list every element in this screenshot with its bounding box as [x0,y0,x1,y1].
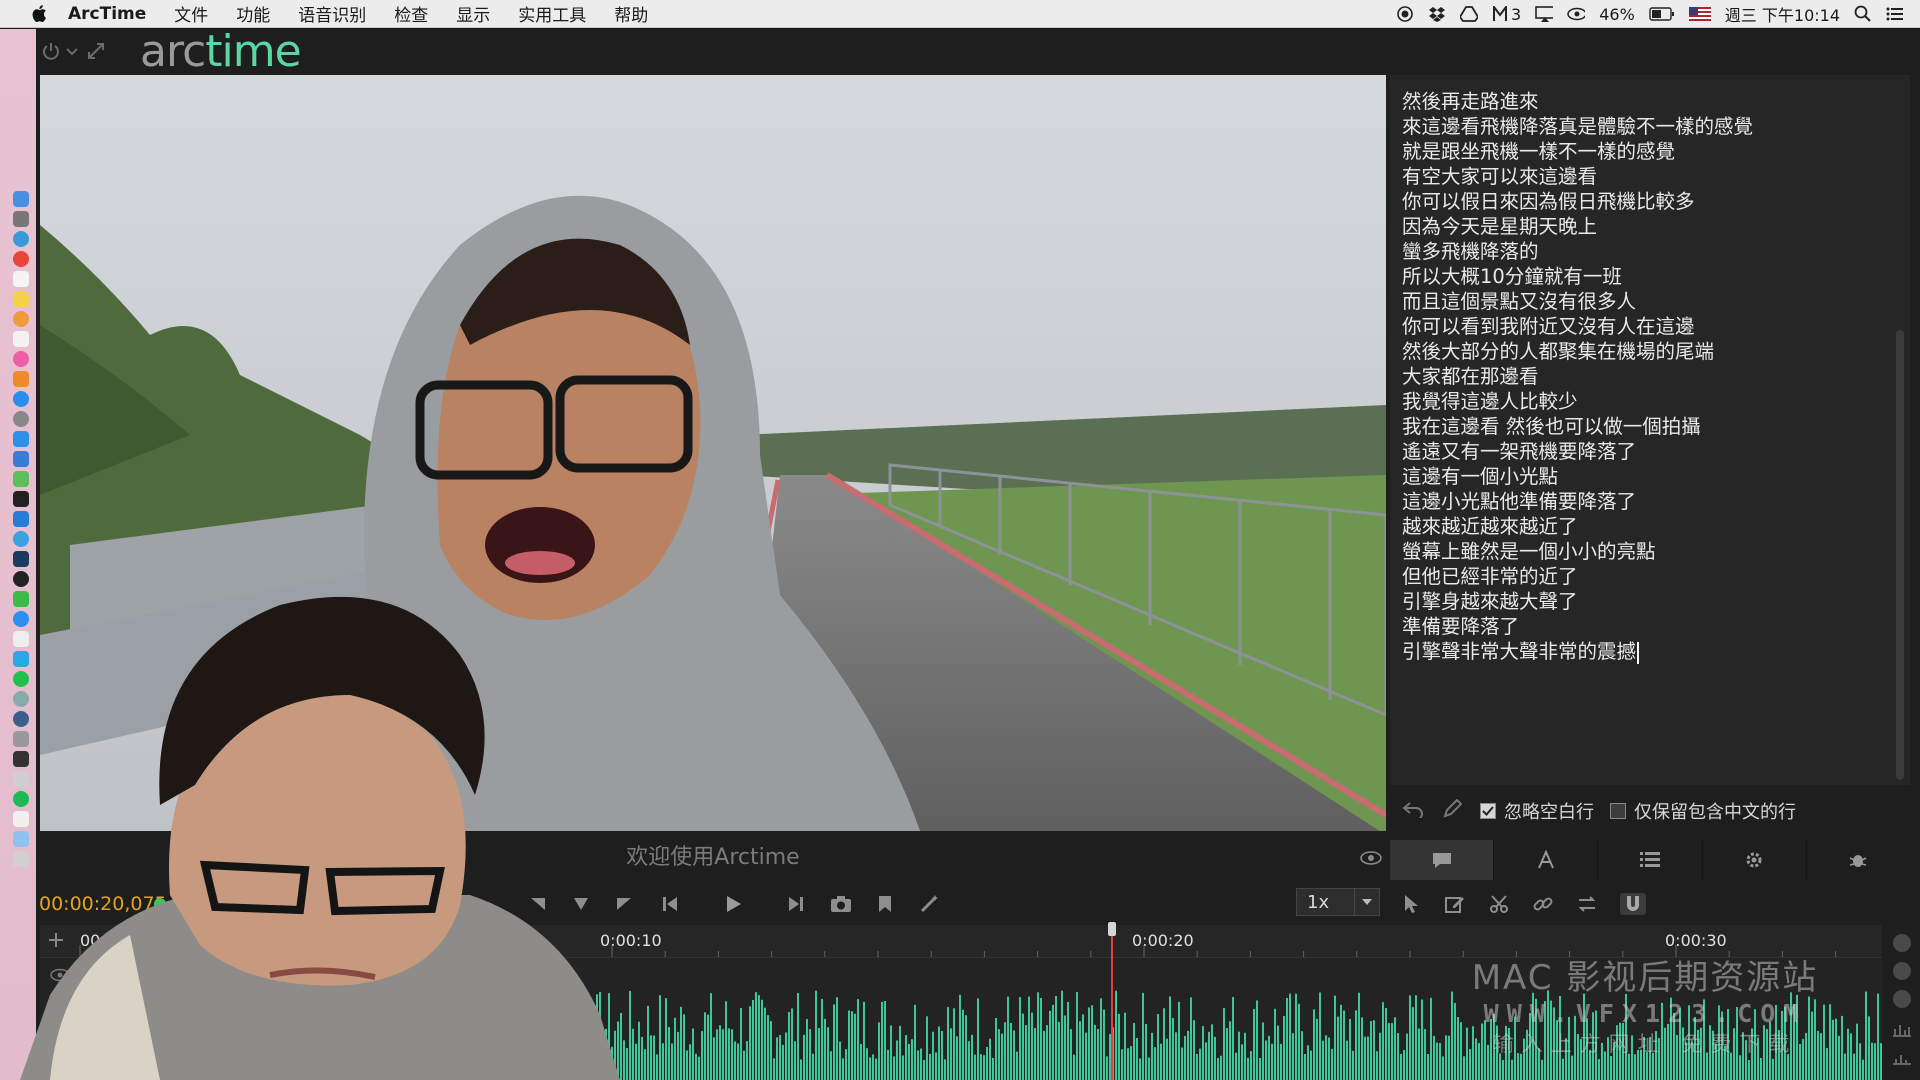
zoom-in-icon[interactable] [1892,933,1912,957]
edit-icon[interactable] [1442,798,1463,824]
magic-wand-icon[interactable] [918,893,940,915]
finalcut-icon[interactable] [13,451,29,467]
keep-chinese-label: 仅保留包含中文的行 [1634,802,1796,823]
safari-icon[interactable] [13,231,29,247]
link-icon[interactable] [1532,893,1554,915]
ignore-blank-checkbox[interactable] [1480,803,1496,819]
drive-icon[interactable] [1460,5,1479,23]
tab-settings[interactable] [1703,840,1807,880]
menu-help[interactable]: 帮助 [614,1,648,26]
subtitle-line-current[interactable]: 引擎聲非常大聲非常的震撼 [1402,635,1640,664]
photos-icon[interactable] [13,311,29,327]
dropbox-icon[interactable] [1428,5,1446,23]
notes-icon[interactable] [13,291,29,307]
chrome-icon[interactable] [13,251,29,267]
play-icon[interactable] [722,893,744,915]
globe-icon[interactable] [13,531,29,547]
watermark-line: MAC 影视后期资源站 [1471,958,1819,998]
watermark: MAC 影视后期资源站 WWW.VFX123.COM 输入上方网址 免费下载 [1460,950,1830,1058]
text-caret [1637,641,1640,664]
tab-debug[interactable] [1807,840,1910,880]
record-icon[interactable] [1396,5,1414,23]
ignore-blank-label: 忽略空白行 [1504,802,1594,823]
snapshot-icon[interactable] [830,893,852,915]
subtitle-scrollbar[interactable] [1896,330,1904,780]
battery-percent: 46% [1599,4,1635,24]
xcode-icon[interactable] [13,431,29,447]
app-toolbar: arctime [36,29,1920,75]
watermark-line: 输入上方网址 免费下载 [1492,1032,1798,1056]
photoshop-icon[interactable] [13,551,29,567]
input-flag-icon[interactable] [1688,5,1711,23]
playhead-handle[interactable] [1108,922,1116,936]
notification-center-icon[interactable] [1886,5,1904,23]
airplay-icon[interactable] [1535,5,1554,23]
clock[interactable]: 週三 下午10:14 [1725,2,1840,26]
zoom-fit-icon[interactable] [1892,989,1912,1013]
select-tool-icon[interactable] [1400,893,1422,915]
subtitle-text-editor[interactable]: 然後再走路進來 來這邊看飛機降落真是體驗不一樣的感覺 就是跟坐飛機一樣不一樣的感… [1390,75,1910,785]
menu-utilities[interactable]: 实用工具 [518,1,586,26]
menu-check[interactable]: 检查 [394,1,428,26]
eye-icon[interactable] [1360,850,1382,869]
pages-icon[interactable] [13,331,29,347]
zoom-out-icon[interactable] [1892,961,1912,985]
app-store-icon[interactable] [13,391,29,407]
itunes-icon[interactable] [13,351,29,367]
chevron-down-icon[interactable] [64,41,84,61]
subtitle-line-text: 引擎聲非常大聲非常的震撼 [1402,640,1637,663]
terminal-icon[interactable] [13,491,29,507]
launchpad-icon[interactable] [13,211,29,227]
bookmark-icon[interactable] [874,893,896,915]
keep-chinese-checkbox[interactable] [1610,803,1626,819]
playback-speed-select[interactable]: 1x [1296,888,1380,916]
edit-tool-icon[interactable] [1444,893,1466,915]
webcam-overlay [20,595,620,1080]
app-menu[interactable]: ArcTime [68,4,146,24]
menu-bar: ArcTime 文件 功能 语音识别 检查 显示 实用工具 帮助 3 46% 週… [0,0,1920,28]
books-icon[interactable] [13,371,29,387]
status-area: 3 46% 週三 下午10:14 [1396,0,1904,28]
next-icon[interactable] [785,893,807,915]
fullscreen-icon[interactable] [86,41,106,61]
level-meter-icon[interactable] [1892,1021,1912,1041]
previous-icon[interactable] [659,893,681,915]
menu-function[interactable]: 功能 [236,1,270,26]
timeline-zoom-rail [1882,925,1920,1080]
battery-icon[interactable] [1649,5,1675,23]
menu-file[interactable]: 文件 [174,1,208,26]
menu-speech-recognition[interactable]: 语音识别 [298,1,366,26]
swap-icon[interactable] [1576,893,1598,915]
magnet-snap-icon[interactable] [1620,893,1646,915]
subtitle-options-bar: 忽略空白行 仅保留包含中文的行 [1390,790,1910,832]
tab-list[interactable] [1598,840,1703,880]
steam-icon[interactable] [13,571,29,587]
apple-menu-icon[interactable] [28,3,50,25]
tab-styles[interactable] [1494,840,1599,880]
right-panel-tabs [1390,840,1910,880]
chevron-down-icon [1354,889,1379,915]
tab-subtitles[interactable] [1390,840,1495,880]
maps-icon[interactable] [13,471,29,487]
chart-icon[interactable] [1892,1049,1912,1069]
finder-icon[interactable] [13,191,29,207]
scissors-icon[interactable] [1488,893,1510,915]
menu-view[interactable]: 显示 [456,1,490,26]
calendar-icon[interactable] [13,271,29,287]
eye-monitor-icon[interactable] [1567,5,1586,23]
notification-count: 3 [1511,4,1522,24]
power-icon[interactable] [41,41,61,61]
undo-icon[interactable] [1402,800,1424,823]
watermark-line: WWW.VFX123.COM [1483,999,1807,1028]
playback-speed-value: 1x [1307,891,1330,913]
vscode-icon[interactable] [13,511,29,527]
spotlight-search-icon[interactable] [1854,5,1872,23]
notification-app-icon[interactable]: 3 [1492,4,1522,24]
preferences-icon[interactable] [13,411,29,427]
arctime-logo: arctime [140,26,302,77]
playhead[interactable] [1111,925,1113,1080]
